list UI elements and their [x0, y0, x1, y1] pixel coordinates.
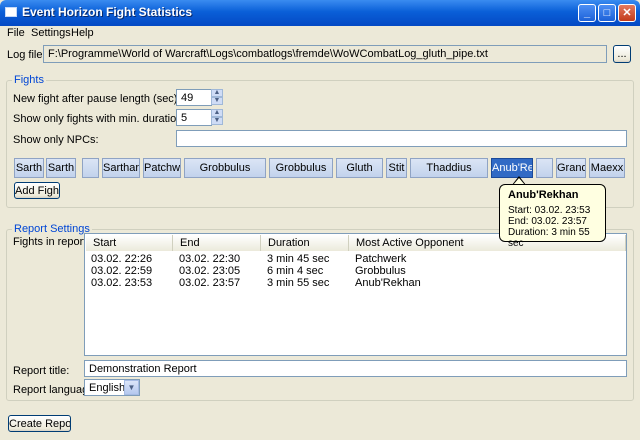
column-header-start[interactable]: Start — [86, 235, 173, 251]
npc-filter-label: Show only NPCs: — [13, 134, 99, 146]
tooltip-start: Start: 03.02. 23:53 — [508, 205, 591, 216]
cell-start: 03.02. 23:53 — [91, 277, 153, 289]
logfile-path-field[interactable]: F:\Programme\World of Warcraft\Logs\comb… — [43, 45, 607, 63]
menu-settings[interactable]: Settings — [31, 27, 71, 39]
cell-opponent: Patchwerk — [355, 253, 407, 265]
tooltip-title: Anub'Rekhan — [508, 189, 579, 201]
title-bar[interactable]: Event Horizon Fight Statistics _ □ ✕ — [0, 0, 640, 26]
npc-filter-input[interactable] — [176, 130, 627, 147]
minimize-button[interactable]: _ — [578, 4, 596, 22]
pause-length-spinner[interactable]: ▲ ▼ — [211, 89, 223, 105]
fight-tab[interactable]: Stit — [386, 158, 407, 178]
report-settings-title: Report Settings — [12, 223, 92, 235]
pause-length-label: New fight after pause length (sec): — [13, 93, 181, 105]
column-header-duration[interactable]: Duration — [261, 235, 349, 251]
maximize-button[interactable]: □ — [598, 4, 616, 22]
fight-tab-selected[interactable]: Anub'Re — [491, 158, 533, 178]
menu-bar: File Settings Help — [0, 26, 640, 42]
cell-end: 03.02. 23:57 — [179, 277, 241, 289]
logfile-label: Log file: — [7, 49, 46, 61]
report-title-input[interactable]: Demonstration Report — [84, 360, 627, 377]
cell-opponent: Anub'Rekhan — [355, 277, 421, 289]
create-report-button[interactable]: Create Report — [8, 415, 71, 432]
fight-tab[interactable]: Grobbulus — [184, 158, 266, 178]
fight-tab[interactable]: Thaddius — [410, 158, 488, 178]
close-button[interactable]: ✕ — [618, 4, 636, 22]
fight-tab[interactable]: Grand — [556, 158, 586, 178]
fight-tab[interactable]: Sarth — [14, 158, 44, 178]
menu-file[interactable]: File — [7, 27, 25, 39]
min-duration-spinner[interactable]: ▲ ▼ — [211, 109, 223, 125]
fight-tab[interactable]: Sarthar — [102, 158, 140, 178]
fights-in-report-label: Fights in report: — [13, 236, 90, 248]
cell-start: 03.02. 22:59 — [91, 265, 153, 277]
menu-help[interactable]: Help — [71, 27, 94, 39]
report-title-label: Report title: — [13, 365, 70, 377]
chevron-down-icon[interactable]: ▼ — [124, 380, 139, 395]
fight-tab[interactable]: Grobbulus — [269, 158, 333, 178]
cell-opponent: Grobbulus — [355, 265, 406, 277]
spin-down-icon[interactable]: ▼ — [211, 117, 223, 125]
cell-end: 03.02. 22:30 — [179, 253, 241, 265]
app-icon — [5, 7, 17, 17]
min-duration-input[interactable]: 5 — [176, 109, 212, 126]
window-title: Event Horizon Fight Statistics — [22, 5, 193, 19]
browse-button[interactable]: ... — [613, 45, 631, 63]
cell-duration: 6 min 4 sec — [267, 265, 324, 277]
cell-start: 03.02. 22:26 — [91, 253, 153, 265]
add-fight-button[interactable]: Add Fight — [14, 182, 60, 199]
spin-up-icon[interactable]: ▲ — [211, 109, 223, 117]
fight-tooltip: Anub'Rekhan Start: 03.02. 23:53 End: 03.… — [499, 184, 606, 249]
tooltip-duration: Duration: 3 min 55 sec — [508, 227, 590, 249]
column-header-end[interactable]: End — [173, 235, 261, 251]
cell-duration: 3 min 45 sec — [267, 253, 330, 265]
tooltip-end: End: 03.02. 23:57 — [508, 216, 587, 227]
pause-length-input[interactable]: 49 — [176, 89, 212, 106]
fights-group-title: Fights — [12, 74, 46, 86]
report-language-value: English — [89, 382, 126, 394]
spin-up-icon[interactable]: ▲ — [211, 89, 223, 97]
fight-tab[interactable]: Patchw — [143, 158, 181, 178]
fight-tab[interactable] — [82, 158, 99, 178]
fight-tab[interactable]: Maexx — [589, 158, 625, 178]
fight-tab[interactable]: Sarth — [46, 158, 76, 178]
fights-report-table[interactable]: Start End Duration Most Active Opponent … — [84, 233, 627, 356]
cell-end: 03.02. 23:05 — [179, 265, 241, 277]
fight-tab[interactable] — [536, 158, 553, 178]
spin-down-icon[interactable]: ▼ — [211, 97, 223, 105]
cell-duration: 3 min 55 sec — [267, 277, 330, 289]
fight-tab[interactable]: Gluth — [336, 158, 383, 178]
